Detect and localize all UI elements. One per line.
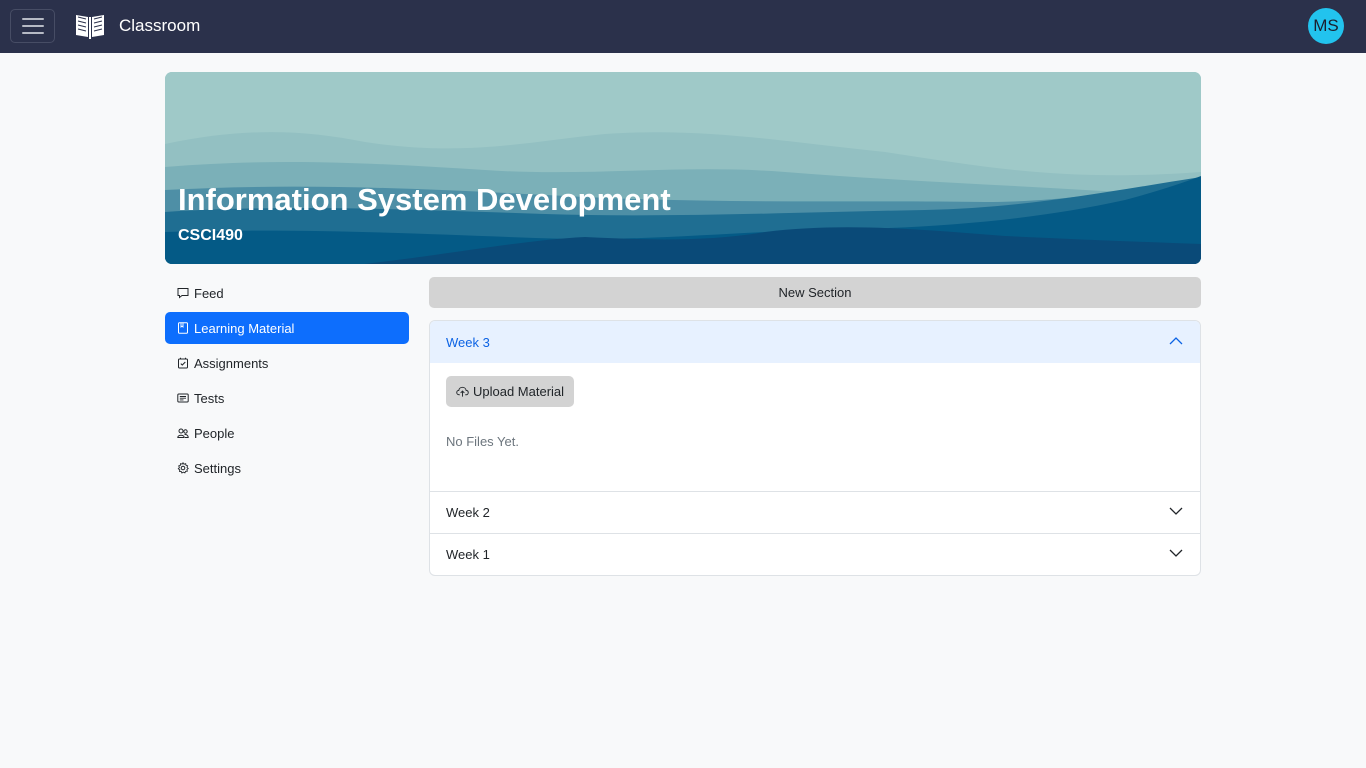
gear-icon	[177, 462, 189, 474]
course-code: CSCI490	[178, 227, 243, 244]
section-title: Week 2	[446, 505, 490, 520]
section-header-week-1[interactable]: Week 1	[430, 533, 1200, 575]
chat-square-icon	[177, 287, 189, 299]
journal-icon	[177, 322, 189, 334]
sidebar-item-label: Feed	[194, 285, 224, 301]
people-icon	[177, 427, 189, 439]
section-title: Week 3	[446, 334, 490, 350]
sidebar-item-tests[interactable]: Tests	[165, 382, 409, 414]
section-title: Week 1	[446, 547, 490, 562]
open-book-icon	[74, 11, 106, 41]
section-header-week-3[interactable]: Week 3	[430, 321, 1200, 363]
sidebar-item-people[interactable]: People	[165, 417, 409, 449]
empty-files-message: No Files Yet.	[446, 434, 519, 449]
section-body-week-3: Upload Material No Files Yet.	[430, 363, 1200, 491]
new-section-button[interactable]: New Section	[429, 277, 1201, 308]
top-navbar: Classroom MS	[0, 0, 1366, 53]
sidebar-item-settings[interactable]: Settings	[165, 452, 409, 484]
upload-material-button[interactable]: Upload Material	[446, 376, 575, 407]
course-sidebar: Feed Learning Material Assignments Tests…	[165, 277, 409, 487]
course-title: Information System Development	[178, 182, 671, 217]
sidebar-item-learning-material[interactable]: Learning Material	[165, 312, 409, 344]
upload-material-label: Upload Material	[473, 384, 565, 399]
chevron-down-icon[interactable]	[1168, 545, 1184, 564]
sidebar-item-label: Tests	[194, 390, 225, 406]
card-text-icon	[177, 392, 189, 404]
chevron-down-icon[interactable]	[1168, 503, 1184, 522]
chevron-up-icon[interactable]	[1168, 333, 1184, 352]
course-banner: Information System Development CSCI490	[165, 72, 1201, 264]
section-header-week-2[interactable]: Week 2	[430, 491, 1200, 533]
brand-name[interactable]: Classroom	[119, 16, 200, 36]
hamburger-menu-icon[interactable]	[10, 9, 55, 43]
mountains-banner-image	[165, 72, 1201, 264]
user-avatar[interactable]: MS	[1308, 8, 1344, 44]
sidebar-item-label: Learning Material	[194, 320, 295, 336]
cloud-upload-icon	[456, 386, 469, 397]
sidebar-item-label: Settings	[194, 460, 241, 476]
sidebar-item-label: Assignments	[194, 355, 269, 371]
calendar-check-icon	[177, 357, 189, 369]
sidebar-item-label: People	[194, 425, 235, 441]
sidebar-item-feed[interactable]: Feed	[165, 277, 409, 309]
sidebar-item-assignments[interactable]: Assignments	[165, 347, 409, 379]
sections-accordion: Week 3 Upload Material No Files Yet. Wee…	[429, 320, 1201, 576]
